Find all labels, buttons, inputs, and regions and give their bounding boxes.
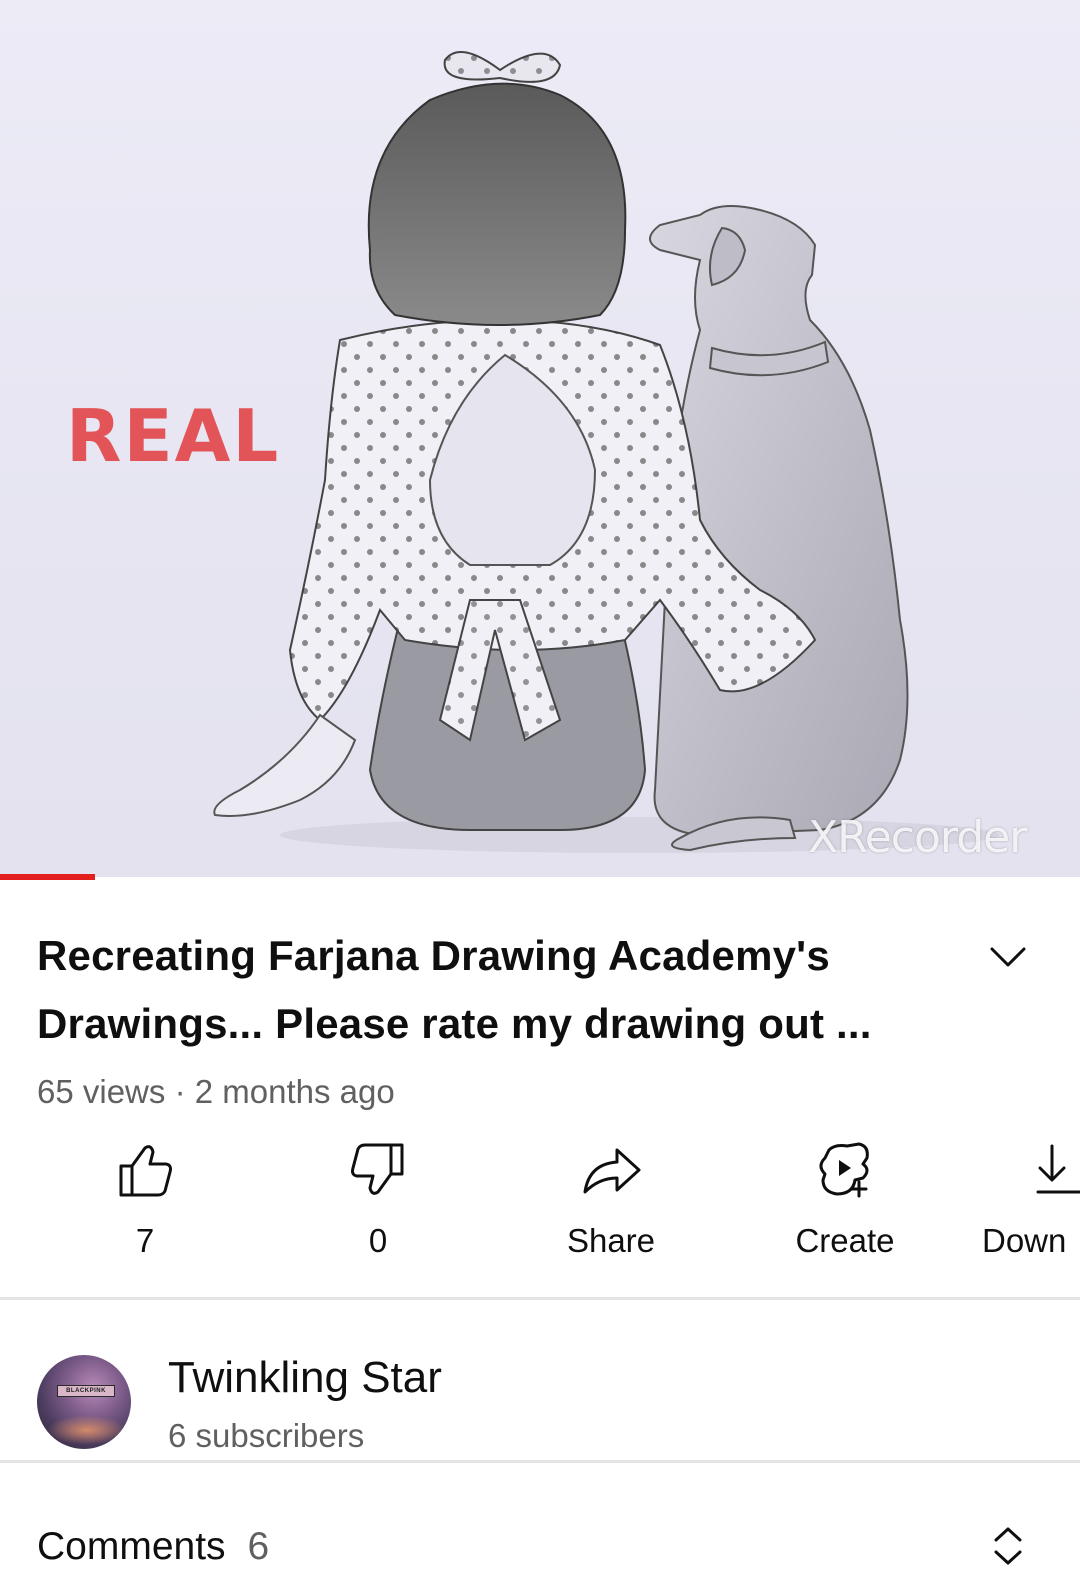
meta-separator: ·: [174, 1073, 186, 1110]
comments-count: 6: [247, 1525, 270, 1568]
divider: [0, 1460, 1080, 1463]
download-label: Down: [982, 1222, 1067, 1259]
divider: [0, 1297, 1080, 1300]
video-progress-track[interactable]: [0, 874, 1080, 880]
comments-header[interactable]: Comments 6: [37, 1525, 269, 1569]
share-button[interactable]: Share: [521, 1140, 701, 1280]
subscriber-count: 6 subscribers: [168, 1417, 365, 1454]
action-bar: 7 0 Share Create Down: [0, 1140, 1080, 1290]
create-label: Create: [795, 1222, 895, 1259]
dislike-button[interactable]: 0: [288, 1140, 468, 1280]
video-title-line-1: Recreating Farjana Drawing Academy's: [37, 932, 830, 979]
comments-expand-button[interactable]: [990, 1524, 1026, 1568]
create-button[interactable]: Create: [755, 1140, 935, 1280]
unfold-icon: [994, 1527, 1022, 1565]
download-button[interactable]: Down: [982, 1140, 1080, 1280]
thumbs-up-icon: [119, 1145, 172, 1197]
avatar-background: [47, 1415, 127, 1445]
channel-avatar[interactable]: BLACKPINK: [37, 1355, 131, 1449]
upload-age: 2 months ago: [194, 1073, 395, 1110]
dislike-count: 0: [368, 1222, 388, 1259]
video-title-line-2: Drawings... Please rate my drawing out .…: [37, 1000, 872, 1047]
avatar-logo-text: BLACKPINK: [57, 1385, 115, 1397]
comments-label: Comments: [37, 1525, 226, 1568]
thumbs-down-icon: [351, 1143, 404, 1195]
like-count: 7: [135, 1222, 155, 1259]
share-icon: [583, 1148, 641, 1194]
video-meta[interactable]: 65 views · 2 months ago: [37, 1073, 395, 1111]
video-overlay-text: REAL: [66, 394, 281, 478]
chevron-down-icon: [990, 947, 1026, 967]
download-icon: [1036, 1144, 1080, 1194]
expand-description-button[interactable]: [986, 935, 1030, 979]
view-count: 65 views: [37, 1073, 166, 1110]
channel-name[interactable]: Twinkling Star: [168, 1353, 442, 1403]
recorder-watermark: XRecorder: [808, 812, 1027, 863]
like-button[interactable]: 7: [55, 1140, 235, 1280]
video-title[interactable]: Recreating Farjana Drawing Academy's Dra…: [37, 922, 937, 1058]
create-clip-icon: [819, 1142, 869, 1198]
share-label: Share: [566, 1222, 656, 1259]
video-progress-bar[interactable]: [0, 874, 95, 880]
video-player[interactable]: REAL XRecorder: [0, 0, 1080, 877]
